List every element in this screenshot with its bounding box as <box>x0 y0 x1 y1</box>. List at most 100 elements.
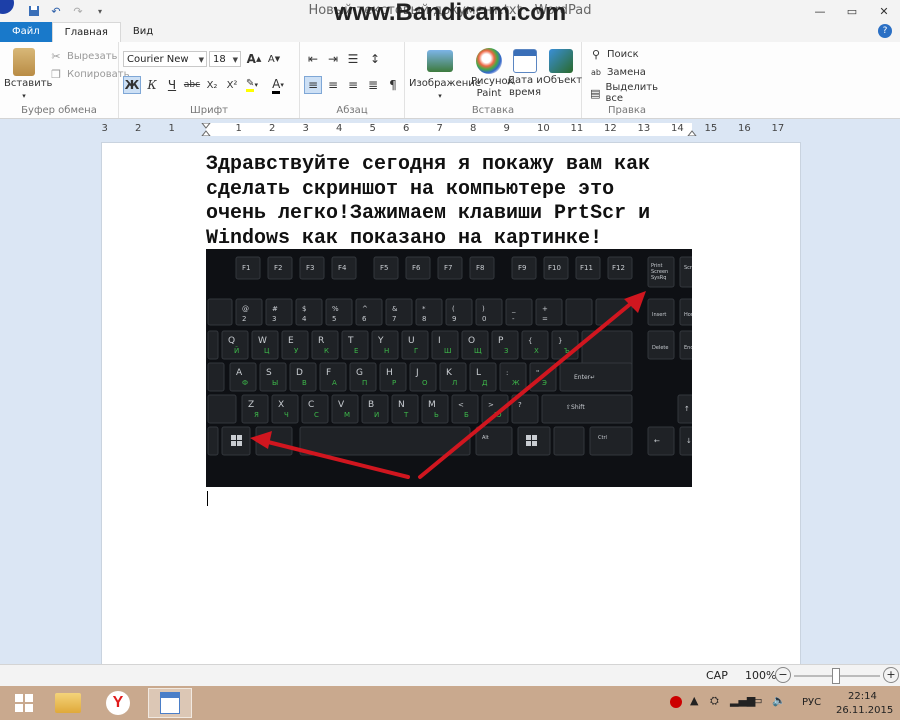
underline-button[interactable]: Ч <box>163 76 181 94</box>
svg-text:Э: Э <box>542 379 547 387</box>
zoom-slider-thumb[interactable] <box>832 668 840 684</box>
tab-view[interactable]: Вид <box>121 22 165 42</box>
minimize-button[interactable]: — <box>804 0 836 22</box>
svg-text:$: $ <box>302 305 306 313</box>
svg-text:I: I <box>438 336 441 346</box>
zoom-out-button[interactable]: − <box>775 667 791 683</box>
record-icon[interactable] <box>670 696 682 708</box>
align-center-icon[interactable]: ≡ <box>324 76 342 94</box>
calendar-icon <box>513 49 537 73</box>
select-all-button[interactable]: ▤ Выделить все <box>588 82 672 104</box>
volume-icon[interactable]: 🔈 <box>772 694 786 707</box>
svg-text:L: L <box>476 368 481 378</box>
font-size-combo[interactable]: 18 ▼ <box>209 51 241 67</box>
start-button[interactable] <box>4 688 44 718</box>
paint-icon <box>476 48 502 74</box>
highlight-button[interactable]: ✎ ▾ <box>243 76 261 94</box>
ribbon-tabs: Файл Главная Вид <box>0 22 900 43</box>
svg-text:Scroll: Scroll <box>684 265 692 271</box>
document-text[interactable]: Здравствуйте сегодня я покажу вам как сд… <box>206 153 686 251</box>
copy-button[interactable]: ❐ Копировать <box>48 66 129 82</box>
wordpad-taskbar-button[interactable] <box>148 688 192 718</box>
tray-arrow-icon[interactable]: ▲ <box>690 694 698 707</box>
subscript-button[interactable]: X₂ <box>203 76 221 94</box>
find-button[interactable]: ⚲ Поиск <box>588 46 639 62</box>
svg-text:_: _ <box>511 305 516 313</box>
keyboard-screenshot: F1 F2 F3 F4 F5 F6 F7 F8 F9 F10 F11 F12 Print Scree… <box>206 249 692 487</box>
replace-icon: ab <box>591 67 601 77</box>
tab-file[interactable]: Файл <box>0 22 52 42</box>
italic-button[interactable]: К <box>143 76 161 94</box>
shrink-font-button[interactable]: A ▼ <box>265 50 283 68</box>
svg-text:End: End <box>684 345 692 351</box>
replace-button[interactable]: ab Замена <box>588 64 646 80</box>
font-color-button[interactable]: A ▾ <box>269 76 287 94</box>
svg-text:Hom: Hom <box>684 312 692 318</box>
justify-icon[interactable]: ≣ <box>364 76 382 94</box>
zoom-in-button[interactable]: + <box>883 667 899 683</box>
svg-text:0: 0 <box>482 315 486 323</box>
battery-icon[interactable]: ▭ <box>752 694 762 707</box>
insert-image-button[interactable]: Изображение ▾ <box>409 46 481 102</box>
svg-text:К: К <box>324 347 329 355</box>
svg-text:P: P <box>498 336 504 346</box>
clock-date[interactable]: 26.11.2015 <box>836 705 893 716</box>
svg-text:Л: Л <box>452 379 457 387</box>
paragraph-settings-icon[interactable]: ¶ <box>384 76 402 94</box>
document-page[interactable]: Здравствуйте сегодня я покажу вам как сд… <box>101 142 801 666</box>
windows-logo-icon <box>15 694 33 712</box>
svg-text:2: 2 <box>242 315 246 323</box>
cut-button[interactable]: ✂ Вырезать <box>48 48 117 64</box>
paste-button[interactable]: Вставить ▾ <box>4 46 52 102</box>
grow-font-label: A <box>246 52 256 66</box>
align-right-icon[interactable]: ≡ <box>344 76 362 94</box>
caps-lock-indicator: CAP <box>706 669 728 682</box>
align-left-icon[interactable]: ≡ <box>304 76 322 94</box>
file-explorer-button[interactable] <box>48 688 88 718</box>
grow-font-button[interactable]: A ▲ <box>245 50 263 68</box>
paste-dropdown-icon[interactable]: ▾ <box>4 90 44 102</box>
svg-text:<: < <box>458 401 464 409</box>
svg-text:Delete: Delete <box>652 345 668 351</box>
svg-text:W: W <box>258 336 267 346</box>
svg-text:R: R <box>318 336 324 346</box>
svg-text:Х: Х <box>534 347 539 355</box>
svg-text:У: У <box>294 347 299 355</box>
bullet-list-icon[interactable]: ☰ <box>344 50 362 68</box>
tab-home[interactable]: Главная <box>51 22 121 43</box>
svg-text:F1: F1 <box>242 264 250 272</box>
strikethrough-button[interactable]: abc <box>183 76 201 94</box>
help-icon[interactable]: ? <box>878 24 892 38</box>
clock-time[interactable]: 22:14 <box>848 691 877 702</box>
find-label: Поиск <box>607 48 639 60</box>
superscript-button[interactable]: X² <box>223 76 241 94</box>
date-time-button[interactable]: Дата и время <box>507 46 543 99</box>
font-family-combo[interactable]: Courier New ▼ <box>123 51 207 67</box>
svg-text:Е: Е <box>354 347 358 355</box>
decrease-indent-icon[interactable]: ⇤ <box>304 50 322 68</box>
close-button[interactable]: ✕ <box>868 0 900 22</box>
svg-text:U: U <box>408 336 415 346</box>
increase-indent-icon[interactable]: ⇥ <box>324 50 342 68</box>
tray-app-icon[interactable]: ⛭ <box>710 694 719 708</box>
svg-text:Alt: Alt <box>482 435 489 441</box>
bold-button[interactable]: Ж <box>123 76 141 94</box>
maximize-button[interactable]: ▭ <box>836 0 868 22</box>
svg-text:Я: Я <box>254 411 259 419</box>
font-group: Courier New ▼ 18 ▼ A ▲ A ▼ Ж К Ч abc X₂ X²… <box>119 42 300 118</box>
svg-text:Enter↵: Enter↵ <box>574 374 595 381</box>
yandex-browser-button[interactable]: Y <box>98 688 138 718</box>
svg-text:@: @ <box>242 305 249 313</box>
svg-text:^: ^ <box>362 305 368 313</box>
svg-text:}: } <box>558 337 562 345</box>
svg-text:F7: F7 <box>444 264 452 272</box>
wordpad-icon <box>160 692 180 714</box>
datetime-label-1: Дата и <box>507 75 543 86</box>
ruler-strip[interactable]: 3 2 1 1 2 3 4 5 6 7 8 9 10 11 12 13 14 15 16 17 <box>102 123 800 136</box>
svg-text:F4: F4 <box>338 264 347 272</box>
language-indicator[interactable]: РУС <box>802 697 821 708</box>
paint-drawing-button[interactable]: Рисунок Paint <box>471 46 514 100</box>
line-spacing-icon[interactable]: ↕ <box>366 50 384 68</box>
insert-object-button[interactable]: Объект <box>543 46 582 87</box>
chevron-down-icon: ▼ <box>198 56 204 64</box>
